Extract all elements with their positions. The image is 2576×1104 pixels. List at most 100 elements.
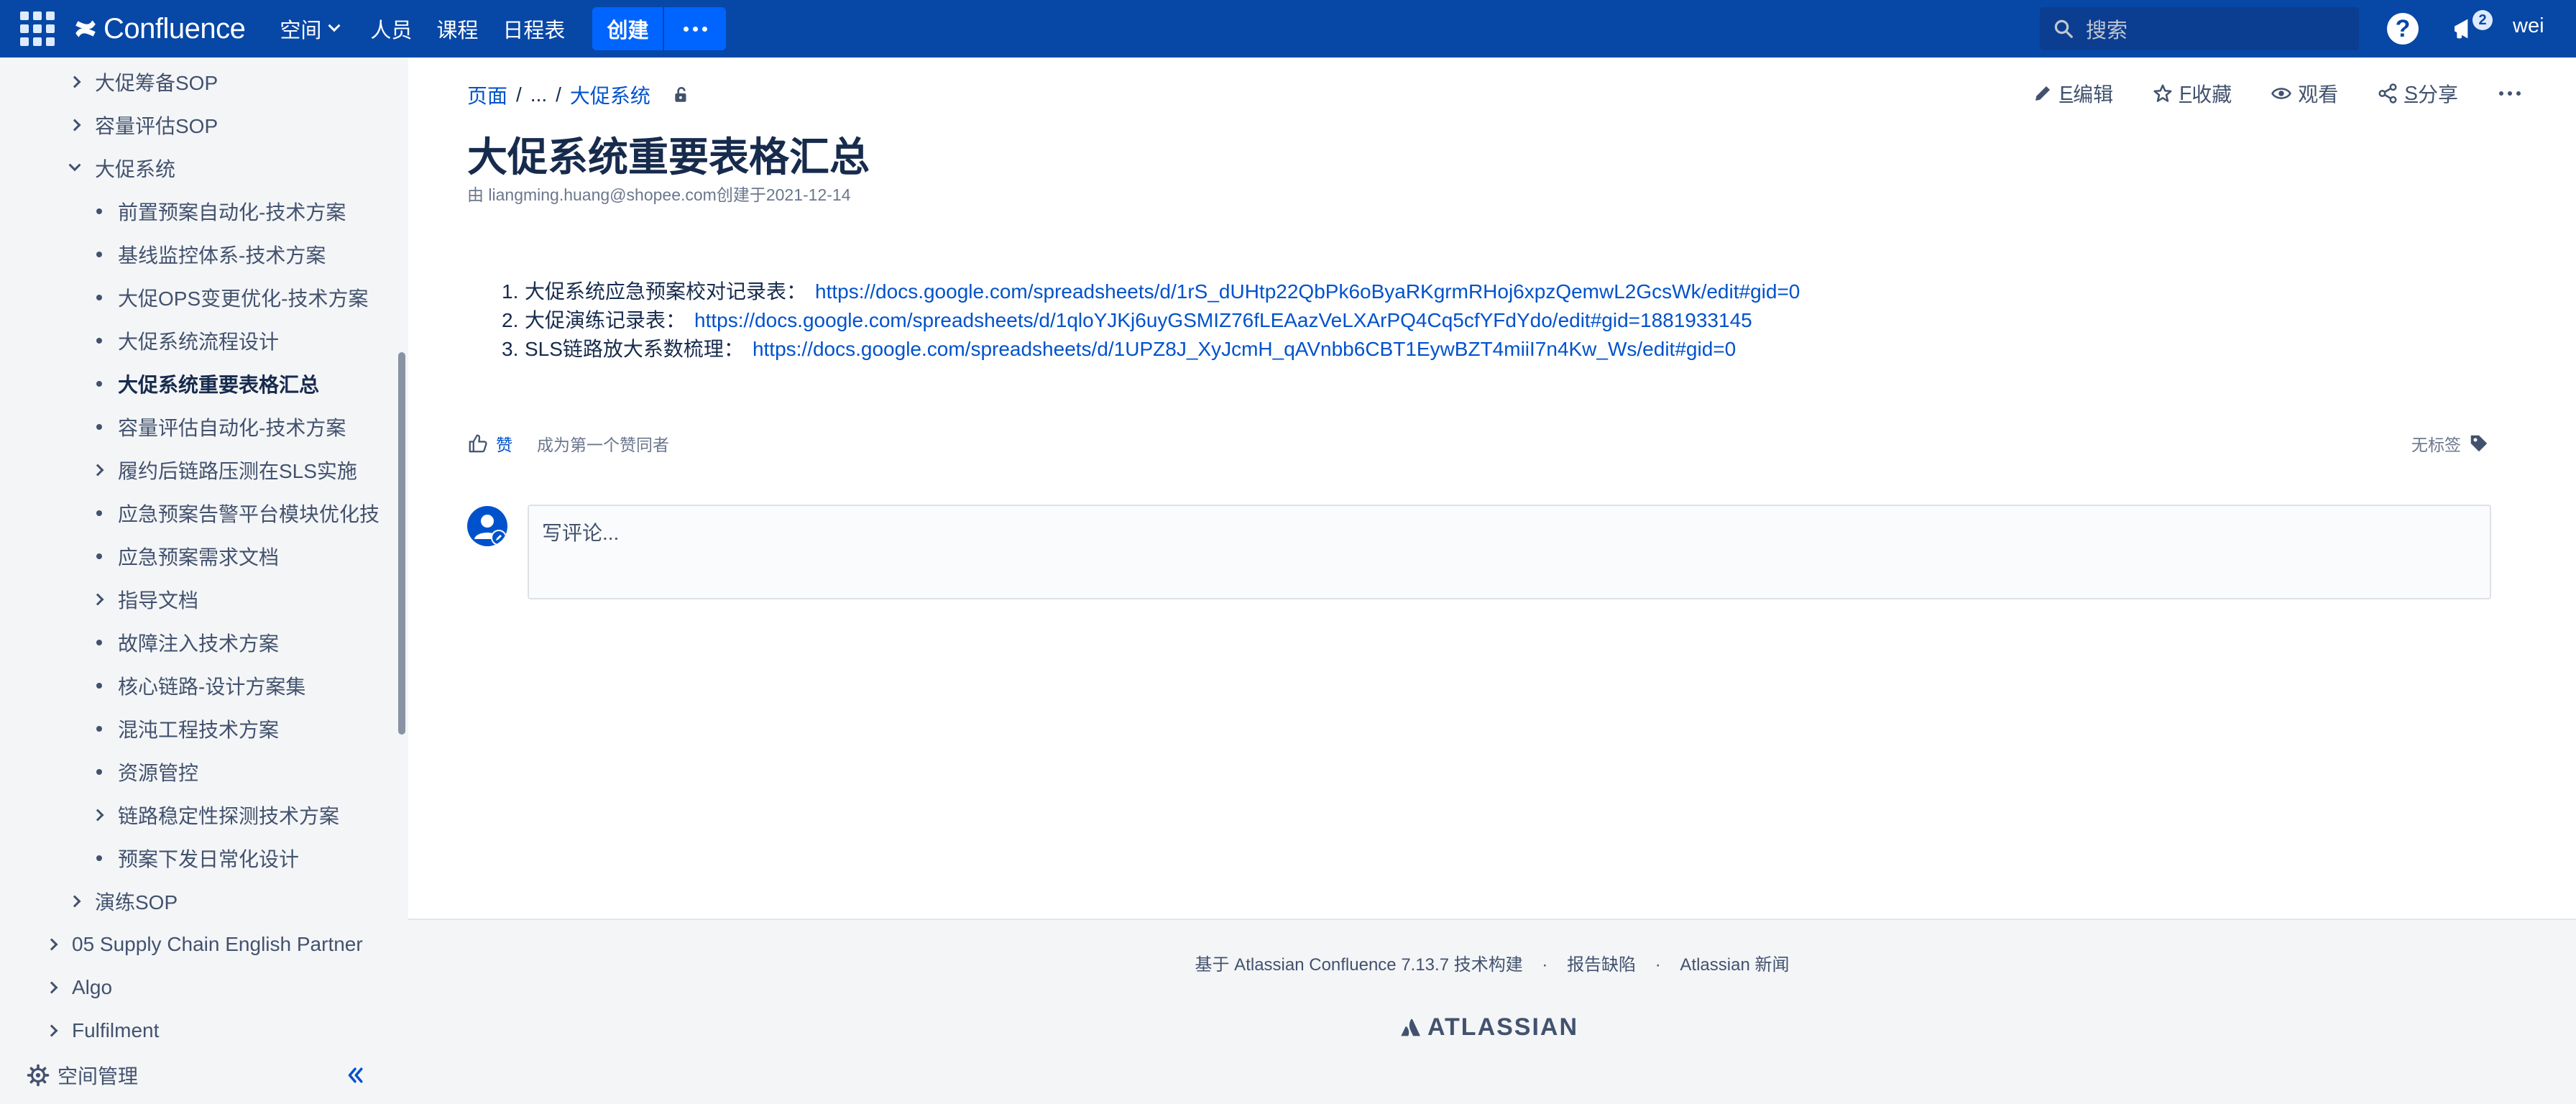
atlassian-news-link[interactable]: Atlassian 新闻 [1680, 955, 1789, 975]
collapse-sidebar-icon[interactable] [341, 1061, 369, 1090]
breadcrumb-pages-link[interactable]: 页面 [467, 80, 507, 109]
gear-icon[interactable] [26, 1063, 50, 1087]
spreadsheet-link[interactable]: https://docs.google.com/spreadsheets/d/1… [753, 338, 1736, 360]
list-number: 1. [502, 280, 519, 303]
sidebar-item-label: 核心链路-设计方案集 [118, 676, 306, 698]
create-button[interactable]: 创建 [592, 7, 663, 50]
sidebar-item[interactable]: 大促OPS变更优化-技术方案 [95, 277, 368, 318]
space-admin-bar: 空间管理 [0, 1046, 408, 1104]
footer-separator: · [1655, 955, 1661, 975]
notification-badge: 2 [2472, 10, 2493, 30]
sidebar-item[interactable]: 混沌工程技术方案 [95, 709, 279, 749]
nav-calendars[interactable]: 日程表 [502, 14, 565, 44]
create-more-button[interactable] [663, 7, 727, 50]
sidebar-item-current[interactable]: 大促系统重要表格汇总 [95, 364, 319, 404]
sidebar-scrollbar[interactable] [398, 352, 405, 735]
bullet-icon [96, 769, 102, 775]
nav-spaces[interactable]: 空间 [280, 14, 341, 44]
sidebar-item[interactable]: 应急预案告警平台模块优化技 [95, 493, 380, 533]
sidebar-item[interactable]: 容量评估自动化-技术方案 [95, 407, 346, 447]
watch-button[interactable]: 观看 [2271, 79, 2338, 108]
atlassian-logo[interactable]: ATLASSIAN [1400, 1013, 1578, 1041]
sidebar-item-label: 应急预案需求文档 [118, 546, 280, 569]
sidebar-item-label: 05 Supply Chain English Partner [72, 933, 363, 955]
spreadsheet-link[interactable]: https://docs.google.com/spreadsheets/d/1… [815, 280, 1800, 303]
chevron-down-icon [328, 19, 341, 32]
sidebar-item[interactable]: Fulfilment [45, 1011, 160, 1051]
sidebar: 大促筹备SOP 容量评估SOP 大促系统 前置预案自动化-技术方案 基线监控体系… [0, 58, 408, 1104]
thumbs-up-icon [469, 434, 487, 453]
help-icon[interactable]: ? [2387, 13, 2419, 45]
sidebar-item[interactable]: 大促系统流程设计 [95, 321, 279, 361]
sidebar-item[interactable]: 链路稳定性探测技术方案 [91, 795, 339, 835]
sidebar-item[interactable]: 资源管控 [95, 752, 198, 792]
list-item-label: 大促演练记录表： [525, 309, 686, 331]
labels-button[interactable]: 无标签 [2411, 431, 2490, 456]
user-menu[interactable]: wei [2513, 14, 2544, 38]
confluence-logo[interactable]: Confluence [73, 13, 246, 45]
breadcrumb-parent-link[interactable]: 大促系统 [570, 80, 650, 109]
sidebar-item[interactable]: 前置预案自动化-技术方案 [95, 191, 346, 231]
like-button[interactable]: 赞 [467, 431, 512, 456]
app-switcher-icon[interactable] [19, 10, 56, 47]
list-item-label: SLS链路放大系数梳理： [525, 338, 744, 360]
breadcrumb: 页面 / ... / 大促系统 [467, 80, 691, 109]
watch-label: 观看 [2298, 83, 2339, 106]
spreadsheet-link[interactable]: https://docs.google.com/spreadsheets/d/1… [694, 309, 1752, 331]
bullet-icon [96, 295, 102, 300]
space-admin-link[interactable]: 空间管理 [58, 1061, 138, 1090]
sidebar-item[interactable]: 履约后链路压测在SLS实施 [91, 450, 357, 490]
search-placeholder: 搜索 [2086, 19, 2128, 42]
list-number: 2. [502, 309, 519, 331]
powered-by-link[interactable]: 基于 Atlassian Confluence 7.13.7 技术构建 [1195, 955, 1523, 975]
more-actions-button[interactable] [2497, 91, 2523, 96]
tag-icon [2470, 435, 2488, 452]
sidebar-item-label: Fulfilment [72, 1019, 160, 1041]
sidebar-item[interactable]: 核心链路-设计方案集 [95, 666, 305, 706]
sidebar-item[interactable]: 预案下发日常化设计 [95, 838, 299, 878]
report-bug-link[interactable]: 报告缺陷 [1567, 955, 1636, 975]
nav-people[interactable]: 人员 [370, 14, 412, 44]
edit-button[interactable]: E 编辑 [2032, 79, 2113, 108]
share-button[interactable]: S 分享 [2377, 79, 2458, 108]
sidebar-item[interactable]: 指导文档 [91, 579, 199, 620]
main-content: 页面 / ... / 大促系统 E 编辑 F 收藏 观看 S 分享 大促系统重要… [408, 58, 2576, 919]
sidebar-item[interactable]: 05 Supply Chain English Partner [45, 924, 363, 965]
confluence-logo-icon [75, 20, 96, 37]
unlock-icon[interactable] [672, 86, 691, 104]
sidebar-item[interactable]: 基线监控体系-技术方案 [95, 234, 326, 275]
sidebar-item[interactable]: 故障注入技术方案 [95, 622, 279, 663]
bullet-icon [96, 252, 102, 257]
sidebar-item[interactable]: 应急预案需求文档 [95, 536, 279, 576]
sidebar-item[interactable]: 大促筹备SOP [68, 62, 218, 102]
breadcrumb-separator: / [516, 83, 522, 106]
search-input[interactable]: 搜索 [2040, 7, 2359, 50]
sidebar-item[interactable]: Algo [45, 967, 112, 1008]
no-labels-text: 无标签 [2411, 436, 2461, 454]
first-liker-text: 成为第一个赞同者 [537, 436, 669, 454]
nav-people-label: 人员 [370, 19, 413, 42]
chevron-right-icon [45, 938, 58, 951]
chevron-right-icon [68, 119, 81, 132]
sidebar-item-label: 前置预案自动化-技术方案 [118, 201, 346, 224]
chevron-right-icon [45, 1024, 58, 1037]
share-shortcut-key: S [2404, 82, 2418, 104]
sidebar-item[interactable]: 大促系统 [68, 148, 175, 188]
chevron-right-icon [45, 981, 58, 994]
nav-calendars-label: 日程表 [502, 19, 566, 42]
favourite-button[interactable]: F 收藏 [2152, 79, 2232, 108]
edit-label: 编辑 [2073, 83, 2114, 106]
share-label: 分享 [2417, 83, 2458, 106]
sidebar-item-label: 演练SOP [95, 891, 178, 914]
comment-input[interactable]: 写评论... [528, 505, 2491, 599]
notifications-button[interactable]: 2 [2451, 10, 2493, 46]
sidebar-item-label: 指导文档 [118, 589, 199, 612]
like-row: 赞 成为第一个赞同者 [467, 431, 669, 456]
bullet-icon [96, 726, 102, 732]
sidebar-item[interactable]: 容量评估SOP [68, 105, 218, 145]
sidebar-item[interactable]: 演练SOP [68, 881, 178, 921]
page-actions: E 编辑 F 收藏 观看 S 分享 [1993, 79, 2523, 108]
nav-courses[interactable]: 课程 [436, 14, 478, 44]
breadcrumb-ellipsis[interactable]: ... [530, 83, 547, 106]
sidebar-item-label: 履约后链路压测在SLS实施 [118, 460, 357, 482]
